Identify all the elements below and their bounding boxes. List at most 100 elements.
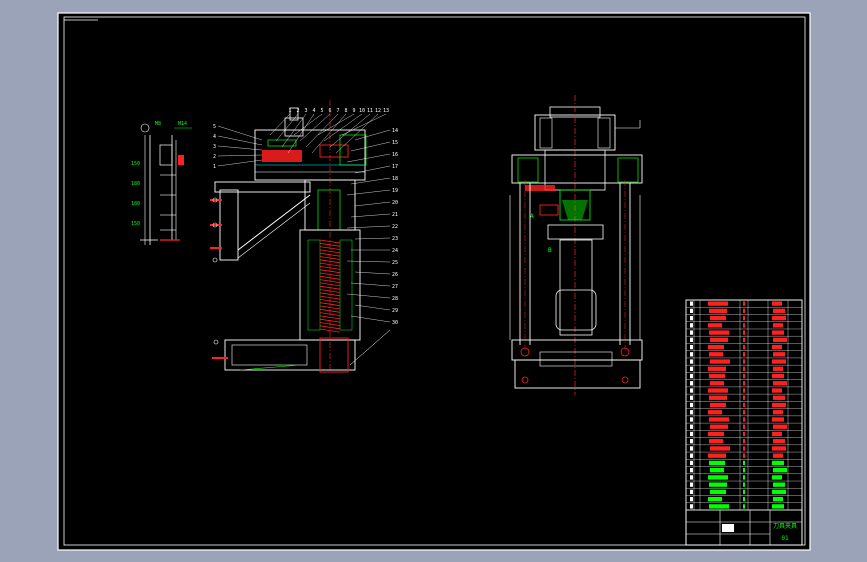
bom-cell-text-block [743, 446, 745, 451]
bom-cell-text-block [743, 439, 745, 444]
bom-cell-text-block [772, 460, 784, 466]
bom-cell-text-block [690, 453, 693, 458]
callout-number: 30 [392, 320, 398, 326]
bom-cell-text-block [690, 388, 693, 393]
bom-cell-text-block [772, 475, 782, 480]
bom-cell-text-block [743, 323, 745, 328]
callout-number: 3 [213, 144, 216, 150]
drawing-sheet [57, 12, 811, 551]
bom-cell-text-block [710, 424, 728, 429]
bom-cell-text-block [690, 381, 693, 386]
bom-cell-text-block [710, 337, 728, 342]
bom-cell-text-block [690, 496, 693, 502]
bom-cell-text-block [773, 352, 785, 357]
bom-cell-text-block [709, 482, 727, 487]
callout-number: 24 [392, 248, 398, 254]
bom-cell-text-block [772, 431, 782, 437]
callout-number: 14 [392, 128, 398, 134]
bom-cell-text-block [743, 431, 745, 437]
bom-cell-text-block [690, 482, 693, 487]
bom-cell-text-block [743, 482, 745, 487]
bom-cell-text-block [710, 468, 724, 473]
callout-number: 19 [392, 188, 398, 194]
callout-number: 16 [392, 152, 398, 158]
bom-cell-text-block [743, 330, 745, 335]
bom-cell-text-block [743, 395, 745, 400]
callout-number: 13 [383, 108, 389, 114]
callout-number: 8 [344, 108, 347, 114]
bom-cell-text-block [743, 337, 745, 342]
callout-number: 2 [296, 108, 299, 114]
bom-cell-text-block [708, 431, 724, 437]
bom-cell-text-block [690, 308, 693, 314]
bom-cell-text-block [690, 395, 693, 400]
bom-cell-text-block [690, 424, 693, 429]
bom-cell-text-block [710, 402, 726, 408]
bom-cell-text-block [709, 373, 725, 379]
callout-number: 22 [392, 224, 398, 230]
bom-cell-text-block [690, 468, 693, 473]
callout-number: 10 [359, 108, 365, 114]
bom-cell-text-block [690, 352, 693, 357]
bom-cell-text-block [690, 439, 693, 444]
small-view-label: M14 [178, 121, 187, 127]
bom-cell-text-block [743, 402, 745, 408]
bom-cell-text-block [710, 489, 726, 495]
callout-number: 20 [392, 200, 398, 206]
bom-cell-text-block [708, 388, 728, 393]
bom-cell-text-block [690, 460, 693, 466]
dimension-text: 150 [131, 161, 140, 167]
callout-number: 18 [392, 176, 398, 182]
bom-cell-text-block [710, 315, 726, 321]
bom-cell-text-block [743, 475, 745, 480]
bom-cell-text-block [772, 402, 786, 408]
bom-cell-text-block [772, 344, 782, 350]
bom-cell-text-block [772, 359, 786, 364]
bom-cell-text-block [743, 315, 745, 321]
front-view-label: B [548, 247, 552, 254]
bom-cell-text-block [743, 388, 745, 393]
front-view-label: A [530, 213, 534, 220]
bom-cell-text-block [709, 352, 723, 357]
callout-number: 3 [304, 108, 307, 114]
bom-cell-text-block [772, 330, 784, 335]
bom-cell-text-block [743, 496, 745, 502]
bom-cell-text-block [690, 366, 693, 371]
bom-cell-text-block [743, 489, 745, 495]
bom-cell-text-block [708, 496, 722, 502]
bom-cell-text-block [743, 424, 745, 429]
bom-cell-text-block [773, 410, 783, 415]
bom-cell-text-block [690, 489, 693, 495]
bom-cell-text-block [709, 460, 725, 466]
callout-number: 12 [375, 108, 381, 114]
bom-cell-text-block [708, 410, 722, 415]
bom-cell-text-block [690, 417, 693, 422]
bom-cell-text-block [743, 373, 745, 379]
callout-number: 27 [392, 284, 398, 290]
bom-cell-text-block [773, 468, 787, 473]
bom-cell-text-block [709, 395, 727, 400]
bom-cell-text-block [709, 330, 729, 335]
bom-cell-text-block [710, 446, 730, 451]
bom-cell-text-block [690, 410, 693, 415]
bom-cell-text-block [708, 323, 722, 328]
callout-numbers-right: 14 15 16 17 18 19 20 21 22 23 24 25 26 27 28 29 30 [392, 128, 398, 326]
callout-number: 5 [320, 108, 323, 114]
bom-cell-text-block [743, 504, 745, 509]
callout-number: 1 [288, 108, 291, 114]
callout-number: 25 [392, 260, 398, 266]
callout-number: 9 [352, 108, 355, 114]
callout-number: 2 [213, 154, 216, 160]
bom-cell-text-block [743, 366, 745, 371]
bom-cell-text-block [690, 504, 693, 509]
callout-number: 4 [312, 108, 315, 114]
bom-cell-text-block [709, 504, 729, 509]
bom-cell-text-block [772, 301, 782, 306]
bom-cell-text-block [772, 489, 786, 495]
callout-number: 4 [213, 134, 216, 140]
cad-viewport[interactable]: M8 M14 150 180 180 150 1 2 3 4 5 6 7 8 9… [0, 0, 867, 562]
bom-cell-text-block [709, 417, 729, 422]
bom-cell-text-block [773, 337, 787, 342]
bom-cell-text-block [690, 344, 693, 350]
bom-cell-text-block [690, 373, 693, 379]
